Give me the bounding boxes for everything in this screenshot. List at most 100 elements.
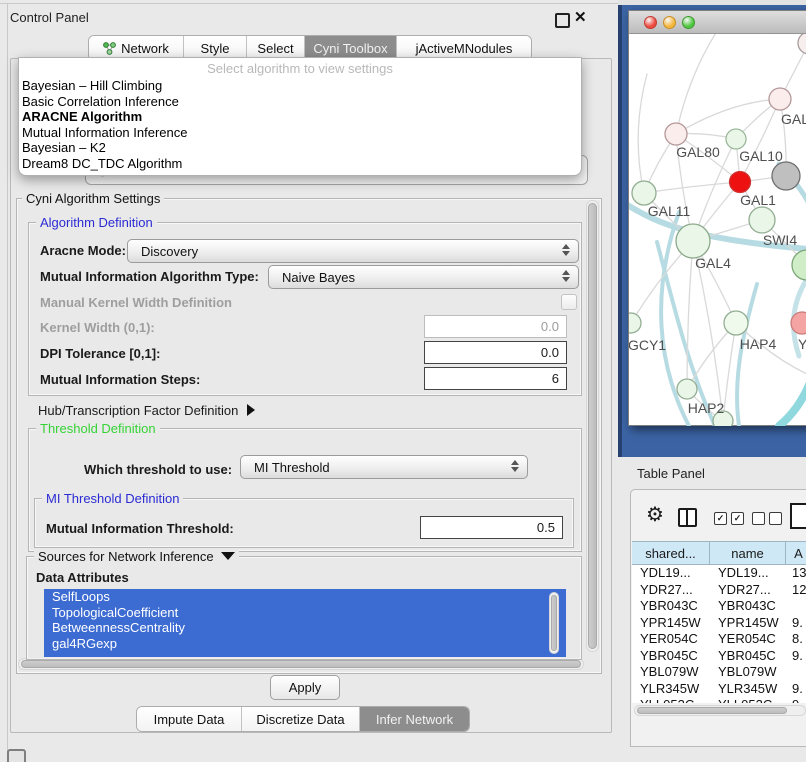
which-threshold-select[interactable]: MI Threshold (240, 455, 528, 479)
minimized-panel-icon[interactable] (7, 749, 26, 762)
network-node-gal4[interactable] (676, 224, 710, 258)
attribute-item-selfloops[interactable]: SelfLoops (44, 589, 566, 605)
network-canvas[interactable]: GALGAL80GAL10GAL1GAL11GAL4SWI4GCY1HAP4YH… (629, 34, 806, 426)
settings-vertical-scrollbar[interactable] (586, 200, 599, 652)
network-node-edge-node[interactable] (798, 34, 806, 54)
node-label-hap4: HAP4 (740, 336, 777, 352)
close-panel-icon[interactable]: ✕ (574, 8, 587, 26)
algorithm-option-bayesian-hill-climbing[interactable]: Bayesian – Hill Climbing (19, 78, 581, 94)
new-table-icon[interactable] (790, 503, 806, 529)
algorithm-option-dream8-dc-tdc-algorithm[interactable]: Dream8 DC_TDC Algorithm (19, 156, 581, 172)
attribute-item-topologicalcoefficient[interactable]: TopologicalCoefficient (44, 605, 566, 621)
kernel-width-field[interactable]: 0.0 (424, 315, 567, 338)
node-label-swi4: SWI4 (763, 232, 797, 248)
table-cell: YER054C (632, 631, 710, 648)
algorithm-option-aracne-algorithm[interactable]: ARACNE Algorithm (19, 109, 581, 125)
table-cell: YLL052C (632, 697, 710, 703)
apply-button-label: Apply (289, 680, 322, 695)
settings-hscroll-thumb[interactable] (21, 660, 581, 668)
network-window-titlebar[interactable] (629, 11, 806, 34)
network-node-gal1[interactable] (749, 207, 775, 233)
node-label-gal80: GAL80 (676, 144, 720, 160)
algorithm-option-basic-correlation-inference[interactable]: Basic Correlation Inference (19, 94, 581, 110)
minimize-window-icon[interactable] (663, 16, 676, 29)
network-view-window[interactable]: GALGAL80GAL10GAL1GAL11GAL4SWI4GCY1HAP4YH… (628, 10, 806, 426)
split-columns-icon[interactable] (678, 508, 697, 527)
attribute-list-scroll-thumb[interactable] (551, 595, 557, 651)
which-threshold-value: MI Threshold (241, 460, 330, 475)
network-node-gal10[interactable] (772, 162, 800, 190)
table-row[interactable]: YLL052CYLL052C9 (632, 697, 806, 703)
gear-icon[interactable]: ⚙ (646, 504, 664, 526)
tab-label: Impute Data (154, 712, 225, 727)
network-node-green-top[interactable] (726, 129, 746, 149)
tab-impute-data[interactable]: Impute Data (137, 707, 241, 731)
network-node-gal7[interactable] (769, 88, 791, 110)
aracne-mode-label: Aracne Mode: (40, 243, 126, 258)
mi-threshold-field[interactable]: 0.5 (420, 516, 563, 539)
apply-button[interactable]: Apply (270, 675, 340, 700)
spinner-arrows-icon (562, 244, 570, 256)
float-panel-icon[interactable] (555, 13, 570, 28)
table-row[interactable]: YBR043CYBR043C (632, 598, 806, 615)
tab-infer-network[interactable]: Infer Network (359, 707, 469, 731)
column-header-a[interactable]: A (786, 542, 806, 564)
dpi-tolerance-label: DPI Tolerance [0,1]: (40, 346, 160, 361)
table-cell: YDL19... (632, 565, 710, 582)
table-hscroll-thumb[interactable] (637, 707, 787, 714)
network-node-gcy1[interactable] (629, 313, 641, 333)
algorithm-select-placeholder: Select algorithm to view settings (19, 58, 581, 78)
table-cell: YBR045C (710, 648, 786, 665)
table-row[interactable]: YBL079WYBL079W (632, 664, 806, 681)
network-node-gal80[interactable] (665, 123, 687, 145)
attribute-item-betweennesscentrality[interactable]: BetweennessCentrality (44, 620, 566, 636)
kernel-width-label: Kernel Width (0,1): (40, 320, 155, 335)
network-node-red-node[interactable] (730, 172, 751, 193)
network-node-gal11[interactable] (632, 181, 656, 205)
dpi-tolerance-field[interactable]: 0.0 (424, 341, 567, 364)
application-window: Control Panel ✕ NetworkStyleSelectCyni T… (0, 0, 806, 762)
table-cell: 9. (786, 648, 806, 665)
network-node-swi4[interactable] (792, 250, 806, 280)
settings-vscroll-thumb[interactable] (588, 203, 597, 649)
column-header-name[interactable]: name (710, 542, 786, 564)
sources-group-title[interactable]: Sources for Network Inference (34, 549, 239, 564)
aracne-mode-select[interactable]: Discovery (127, 239, 579, 263)
spinner-arrows-icon (511, 460, 519, 472)
attribute-item-gal4rgexp[interactable]: gal4RGexp (44, 636, 566, 652)
table-row[interactable]: YLR345WYLR345W9. (632, 681, 806, 698)
algorithm-option-mutual-information-inference[interactable]: Mutual Information Inference (19, 125, 581, 141)
close-window-icon[interactable] (644, 16, 657, 29)
manual-kernel-checkbox[interactable] (561, 294, 577, 310)
window-top-border (0, 3, 618, 4)
threshold-definition-title: Threshold Definition (36, 421, 160, 436)
table-row[interactable]: YER054CYER054C8. (632, 631, 806, 648)
table-header-row[interactable]: shared...nameA (632, 541, 806, 565)
network-node-hap4[interactable] (724, 311, 748, 335)
mi-threshold-group-title: MI Threshold Definition (42, 491, 183, 506)
node-label-gcy1: GCY1 (629, 337, 666, 353)
unchecked-box-icon (752, 512, 765, 525)
table-horizontal-scrollbar[interactable] (634, 705, 806, 716)
table-cell: 9. (786, 681, 806, 698)
deselect-all-checkboxes-icon[interactable] (752, 512, 782, 525)
table-row[interactable]: YPR145WYPR145W9. (632, 615, 806, 632)
zoom-window-icon[interactable] (682, 16, 695, 29)
table-row[interactable]: YDR27...YDR27...12 (632, 582, 806, 599)
table-cell (786, 664, 806, 681)
algorithm-option-bayesian-k2[interactable]: Bayesian – K2 (19, 140, 581, 156)
tab-label: Select (257, 41, 293, 56)
network-node-hap2[interactable] (677, 379, 697, 399)
kernel-width-value: 0.0 (541, 319, 559, 334)
table-cell: YDR27... (710, 582, 786, 599)
algorithm-dropdown-popup: Select algorithm to view settings Bayesi… (18, 57, 582, 176)
select-all-checkboxes-icon[interactable]: ✓ ✓ (714, 512, 744, 525)
attribute-list-scrollbar[interactable] (549, 592, 559, 654)
tab-discretize-data[interactable]: Discretize Data (241, 707, 359, 731)
mi-type-select[interactable]: Naive Bayes (268, 265, 579, 289)
hub-section-toggle[interactable]: Hub/Transcription Factor Definition (38, 403, 255, 418)
table-row[interactable]: YBR045CYBR045C9. (632, 648, 806, 665)
mi-steps-field[interactable]: 6 (424, 367, 567, 390)
table-row[interactable]: YDL19...YDL19...13 (632, 565, 806, 582)
column-header-shared[interactable]: shared... (632, 542, 710, 564)
